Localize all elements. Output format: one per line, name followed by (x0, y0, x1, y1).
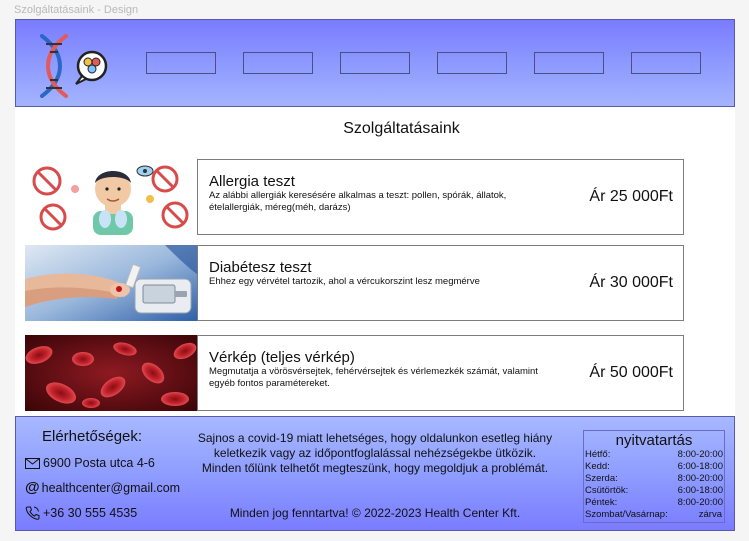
envelope-icon (25, 457, 40, 469)
hours-row-friday: Péntek: 8:00-20:00 (584, 497, 724, 509)
nav-button-1[interactable] (146, 52, 216, 74)
hours-row-monday: Hétfő: 8:00-20:00 (584, 449, 724, 461)
phone-icon (25, 506, 40, 520)
nav-button-4[interactable] (437, 52, 507, 74)
service-price: Ár 30 000Ft (589, 274, 673, 291)
service-card: Diabétesz teszt Ehhez egy vérvétel tarto… (197, 245, 684, 321)
frame-title: Szolgáltatásaink - Design (14, 4, 139, 16)
hours-day: Csütörtök: (585, 485, 629, 496)
hours-row-thursday: Csütörtök: 6:00-18:00 (584, 485, 724, 497)
service-item-diabetes[interactable]: Diabétesz teszt Ehhez egy vérvétel tarto… (25, 245, 684, 321)
nav-button-2[interactable] (243, 52, 313, 74)
email-text[interactable]: healthcenter@gmail.com (42, 481, 180, 495)
service-item-allergy[interactable]: Allergia teszt Az alábbi allergiák keres… (25, 159, 684, 235)
hours-time: 8:00-20:00 (677, 497, 723, 508)
dna-chat-logo-icon[interactable] (36, 34, 108, 100)
nav-button-5[interactable] (534, 52, 604, 74)
hours-row-weekend: Szombat/Vasárnap: zárva (584, 509, 724, 521)
nav-button-3[interactable] (340, 52, 410, 74)
copyright-text: Minden jog fenntartva! © 2022-2023 Healt… (229, 506, 521, 520)
blood-cells-photo (25, 335, 198, 411)
address-text: 6900 Posta utca 4-6 (43, 456, 155, 470)
address-row: 6900 Posta utca 4-6 (25, 456, 155, 470)
service-description: Az alábbi allergiák keresésére alkalmas … (209, 190, 507, 213)
hours-row-tuesday: Kedd: 6:00-18:00 (584, 461, 724, 473)
hours-day: Szerda: (585, 473, 618, 484)
header (15, 19, 735, 107)
hours-day: Péntek: (585, 497, 618, 508)
service-description: Megmutatja a vörösvérsejtek, fehérvérsej… (209, 366, 538, 389)
service-price: Ár 50 000Ft (589, 364, 673, 381)
opening-hours-title: nyitvatartás (615, 432, 693, 449)
service-card: Vérkép (teljes vérkép) Megmutatja a vörö… (197, 335, 684, 411)
contact-title: Elérhetőségek: (42, 428, 143, 445)
allergy-illustration (25, 159, 198, 235)
phone-row[interactable]: +36 30 555 4535 (25, 506, 137, 520)
service-name: Vérkép (teljes vérkép) (209, 349, 355, 366)
page: Szolgáltatásaink Allergia teszt Az alább… (15, 19, 735, 531)
hours-row-wednesday: Szerda: 8:00-20:00 (584, 473, 724, 485)
nav-button-6[interactable] (631, 52, 701, 74)
service-description: Ehhez egy vérvétel tartozik, ahol a vérc… (209, 276, 480, 287)
hours-time: zárva (698, 509, 722, 520)
service-card: Allergia teszt Az alábbi allergiák keres… (197, 159, 684, 235)
phone-text[interactable]: +36 30 555 4535 (43, 506, 137, 520)
hours-day: Kedd: (585, 461, 610, 472)
email-row[interactable]: @ healthcenter@gmail.com (25, 479, 180, 496)
hours-day: Hétfő: (585, 449, 611, 460)
service-name: Diabétesz teszt (209, 259, 312, 276)
covid-notice: Sajnos a covid-19 miatt lehetséges, hogy… (197, 431, 553, 475)
service-item-blood-count[interactable]: Vérkép (teljes vérkép) Megmutatja a vörö… (25, 335, 684, 411)
hours-day: Szombat/Vasárnap: (585, 509, 668, 520)
footer: Elérhetőségek: 6900 Posta utca 4-6 @ hea… (15, 416, 735, 531)
section-title: Szolgáltatásaink (343, 120, 460, 137)
hours-time: 6:00-18:00 (677, 461, 723, 472)
hours-time: 8:00-20:00 (677, 449, 723, 460)
opening-hours-box: nyitvatartás Hétfő: 8:00-20:00 Kedd: 6:0… (583, 430, 725, 523)
hours-time: 6:00-18:00 (677, 485, 723, 496)
at-sign-icon: @ (25, 479, 40, 496)
hours-time: 8:00-20:00 (677, 473, 723, 484)
service-name: Allergia teszt (209, 173, 295, 190)
glucose-meter-photo (25, 245, 198, 321)
service-price: Ár 25 000Ft (589, 188, 673, 205)
